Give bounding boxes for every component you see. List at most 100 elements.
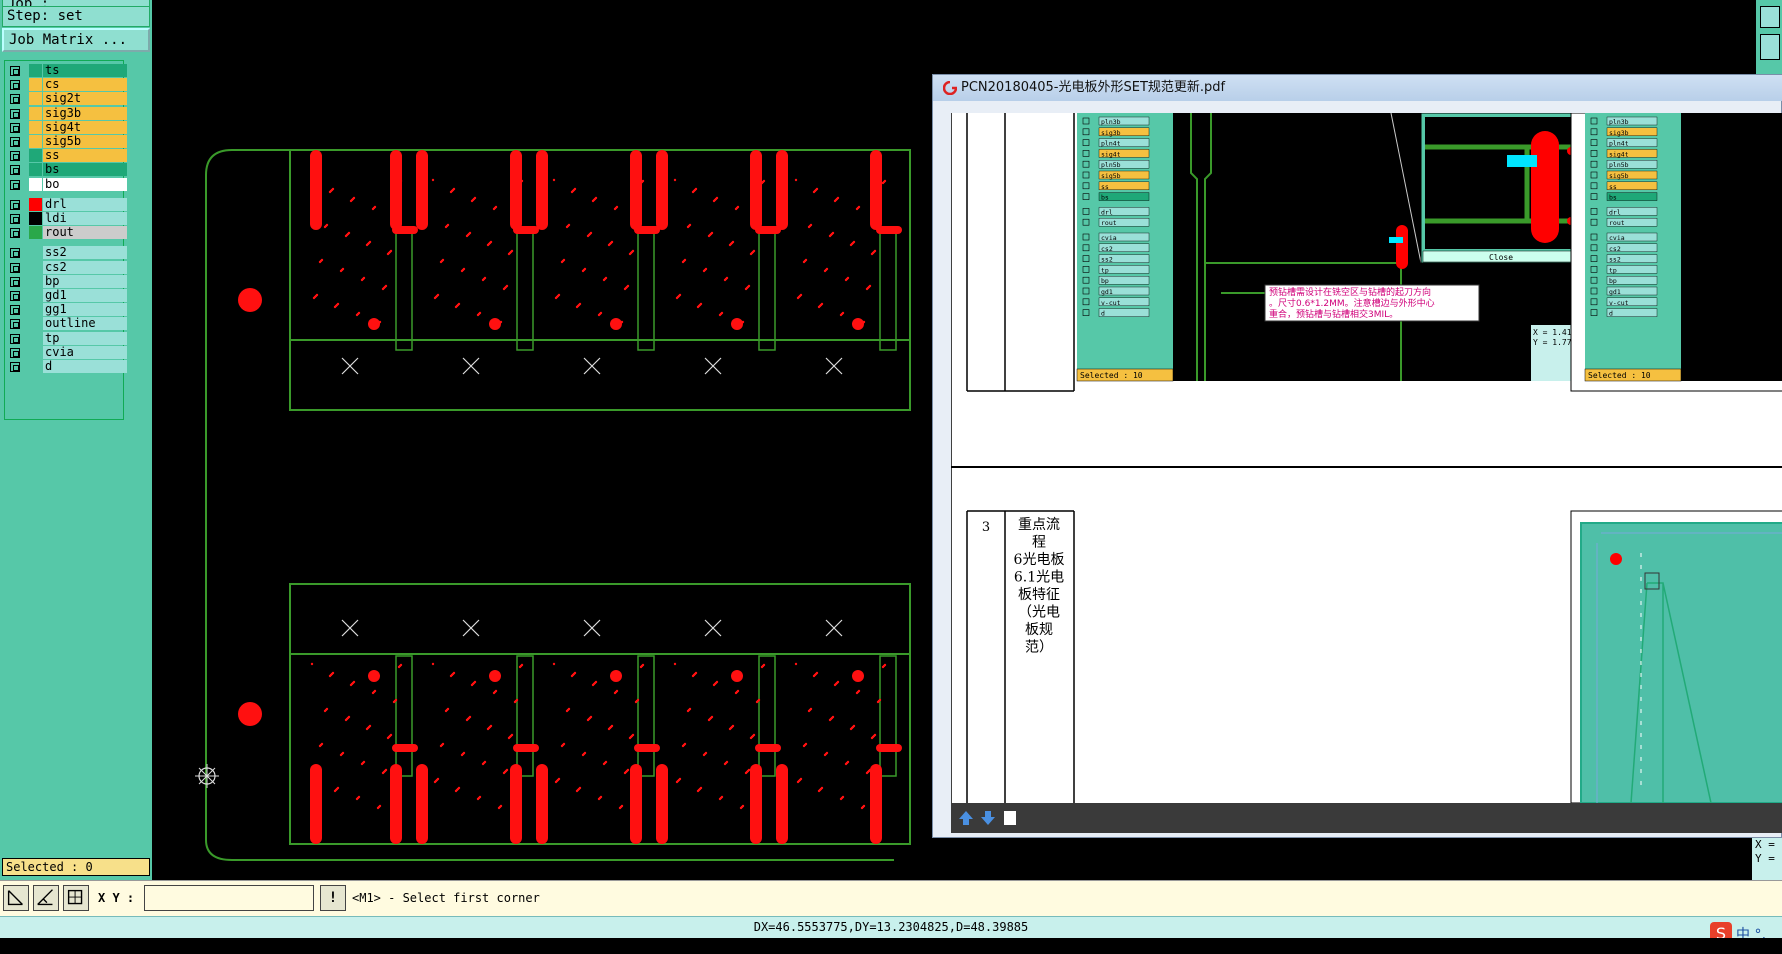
layer-checkbox[interactable] <box>10 305 20 316</box>
layer-checkbox[interactable] <box>10 66 20 76</box>
layer-checkbox[interactable] <box>10 262 20 273</box>
layer-row-ts[interactable]: ts <box>7 64 127 78</box>
tooling-hole <box>238 288 262 312</box>
layer-checkbox[interactable] <box>10 319 20 330</box>
layer-row-ldi[interactable]: ldi <box>7 212 127 226</box>
inner-layer-name: gd1 <box>1101 288 1113 296</box>
via-dot <box>486 727 490 731</box>
inner-layer-name: cs2 <box>1101 245 1113 253</box>
layer-row-cs2[interactable]: cs2 <box>7 260 127 275</box>
layer-checkbox[interactable] <box>10 80 20 91</box>
layer-checkbox[interactable] <box>10 137 20 147</box>
alert-button[interactable]: ! <box>320 885 346 911</box>
layer-checkbox[interactable] <box>10 199 20 210</box>
layer-checkbox[interactable] <box>10 94 20 105</box>
via-dot <box>755 700 759 704</box>
layer-checkbox[interactable] <box>10 347 20 358</box>
toolbar-icon[interactable] <box>1760 6 1780 28</box>
layer-checkbox[interactable] <box>10 151 20 162</box>
via-dot <box>312 296 316 300</box>
layer-row-gd1[interactable]: gd1 <box>7 289 127 303</box>
pdf-viewer-window[interactable]: PCN20180405-光电板外形SET规范更新.pdf pln3b sig3b p… <box>932 74 1782 838</box>
via-dot <box>560 744 564 748</box>
via-dot <box>602 762 606 766</box>
measure-tool-button[interactable] <box>33 885 59 911</box>
layer-row-tp[interactable]: tp <box>7 331 127 346</box>
layer-checkbox[interactable] <box>10 362 20 372</box>
layer-checkbox[interactable] <box>10 122 20 133</box>
layer-row-cs[interactable]: cs <box>7 78 127 92</box>
inner-layer-name: pln3b <box>1101 118 1121 126</box>
inner-layer-name: d <box>1609 310 1613 318</box>
via-dot <box>481 278 485 282</box>
via-dot <box>444 225 448 229</box>
layer-checkbox[interactable] <box>10 291 20 301</box>
layer-checkbox[interactable] <box>10 248 20 259</box>
via-dot <box>460 269 464 273</box>
next-page-icon[interactable] <box>979 809 997 827</box>
via-dot <box>310 662 314 666</box>
inner-layer-name: pln3b <box>1609 118 1629 126</box>
layer-row-gg1[interactable]: gg1 <box>7 303 127 317</box>
inner-layer-name: rout <box>1609 219 1625 227</box>
slot-outline <box>516 229 534 351</box>
job-matrix-button[interactable]: Job Matrix ... <box>2 28 150 52</box>
page-icon[interactable] <box>1001 809 1019 827</box>
layer-checkbox[interactable] <box>10 214 20 224</box>
via-dot <box>476 313 480 317</box>
mounting-slot <box>510 764 522 844</box>
tooling-hole <box>238 702 262 726</box>
via-dot <box>449 190 453 194</box>
vcut-cross <box>825 357 843 375</box>
layer-row-bo[interactable]: bo <box>7 177 127 192</box>
snap-tool-button[interactable] <box>63 885 89 911</box>
layer-checkbox[interactable] <box>10 165 20 176</box>
layer-row-drl[interactable]: drl <box>7 197 127 212</box>
inner-coord-y: Y = 1.77 <box>1533 338 1572 347</box>
layer-checkbox[interactable] <box>10 333 20 344</box>
layer-row-ss[interactable]: ss <box>7 149 127 163</box>
pdf-title-bar[interactable]: PCN20180405-光电板外形SET规范更新.pdf <box>933 75 1782 101</box>
layer-row-sig4t[interactable]: sig4t <box>7 120 127 135</box>
via-dot <box>470 199 474 203</box>
via-dot <box>844 278 848 282</box>
layer-row-ss2[interactable]: ss2 <box>7 246 127 260</box>
mounting-slot <box>750 150 762 230</box>
layer-row-outline[interactable]: outline <box>7 317 127 331</box>
layer-checkbox[interactable] <box>10 108 20 119</box>
via-dot <box>323 709 327 713</box>
command-bar: X Y : ! <M1> - Select first corner <box>0 880 1782 916</box>
layer-row-bp[interactable]: bp <box>7 274 127 289</box>
via-dot <box>481 762 485 766</box>
via-dot <box>760 665 764 669</box>
layer-checkbox[interactable] <box>10 276 20 287</box>
layer-row-cvia[interactable]: cvia <box>7 345 127 360</box>
layer-row-bs[interactable]: bs <box>7 163 127 177</box>
layer-row-d[interactable]: d <box>7 360 127 374</box>
prev-page-icon[interactable] <box>957 809 975 827</box>
via-dot <box>870 736 874 740</box>
layer-row-sig3b[interactable]: sig3b <box>7 106 127 121</box>
layer-row-rout[interactable]: rout <box>7 226 127 240</box>
toolbar-icon[interactable] <box>1760 34 1780 60</box>
mounting-slot <box>750 764 762 844</box>
mounting-slot <box>416 764 428 844</box>
via-dot <box>744 771 748 775</box>
xy-input[interactable] <box>144 885 314 911</box>
layer-name: sig2t <box>43 92 127 106</box>
inner-layer-name: v-cut <box>1609 299 1629 307</box>
inner-selected-2: Selected : 10 <box>1588 371 1651 380</box>
layer-color-swatch <box>29 135 42 148</box>
layer-row-sig5b[interactable]: sig5b <box>7 135 127 149</box>
row-number: 3 <box>982 520 990 535</box>
layer-checkbox[interactable] <box>10 228 20 239</box>
layer-checkbox[interactable] <box>10 179 20 190</box>
layer-row-sig2t[interactable]: sig2t <box>7 92 127 106</box>
layer-color-swatch <box>29 78 42 92</box>
row-text-line: 范） <box>1025 639 1053 656</box>
annotation-line-2: 。尺寸0.6*1.2MM。注意槽边与外形中心 <box>1269 297 1435 309</box>
select-tool-button[interactable] <box>3 885 29 911</box>
inner-layer-name: cvia <box>1609 234 1625 242</box>
via-dot <box>328 674 332 678</box>
via-dot <box>618 806 622 810</box>
